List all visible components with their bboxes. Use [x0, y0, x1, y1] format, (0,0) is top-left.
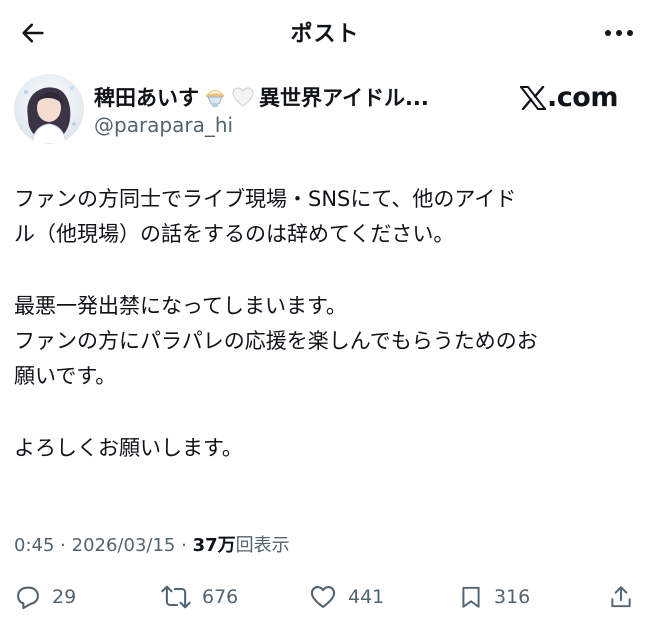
heart-icon — [310, 586, 336, 608]
display-name-text: 稗田あいす — [94, 86, 199, 110]
avatar[interactable] — [14, 74, 84, 144]
reply-button[interactable]: 29 — [14, 580, 76, 614]
meta-separator: · — [181, 535, 187, 556]
x-com-logo: .com — [520, 82, 618, 113]
share-button[interactable] — [608, 580, 634, 614]
post-date[interactable]: 2026/03/15 — [72, 535, 176, 556]
display-name-suffix: 異世界アイドル... — [259, 86, 429, 110]
user-handle[interactable]: @parapara_hi — [94, 113, 233, 137]
repost-button[interactable]: 676 — [160, 580, 238, 614]
tweet-line: ファンの方にパラパレの応援を楽しんでもらうためのお — [14, 329, 538, 353]
tweet-line: ル（他現場）の話をするのは辞めてください。 — [14, 222, 455, 246]
bookmark-icon — [462, 586, 480, 608]
tweet-line: 願いです。 — [14, 364, 117, 388]
display-name[interactable]: 稗田あいす 異世界アイドル... — [94, 82, 429, 112]
top-bar: ポスト — [0, 0, 650, 64]
like-button[interactable]: 441 — [308, 580, 384, 614]
like-count: 441 — [348, 586, 385, 608]
more-options-button[interactable] — [602, 18, 636, 48]
page-title: ポスト — [290, 22, 360, 47]
tweet-line: 最悪一発出禁になってしまいます。 — [14, 294, 347, 318]
tweet-text: ファンの方同士でライブ現場・SNSにて、他のアイド ル（他現場）の話をするのは辞… — [14, 182, 642, 466]
x-logo-icon — [520, 85, 547, 110]
more-horizontal-icon — [605, 30, 633, 36]
views-count[interactable]: 37万 — [193, 535, 236, 556]
author-block: 稗田あいす 異世界アイドル... @parapara_hi .com — [14, 72, 636, 148]
reply-icon — [17, 586, 39, 610]
x-com-label: .com — [547, 82, 618, 113]
action-bar: 29 676 441 316 — [14, 580, 636, 614]
white-heart-emoji — [232, 87, 254, 107]
meta-separator: · — [60, 535, 66, 556]
share-icon — [611, 586, 631, 608]
tweet-line: よろしくお願いします。 — [14, 436, 243, 460]
views-label: 回表示 — [235, 535, 290, 556]
bookmark-button[interactable]: 316 — [458, 580, 530, 614]
tweet-meta: 0:45 · 2026/03/15 · 37万回表示 — [14, 531, 290, 557]
post-time[interactable]: 0:45 — [14, 535, 54, 556]
tweet-line: ファンの方同士でライブ現場・SNSにて、他のアイド — [14, 187, 517, 211]
repost-icon — [161, 585, 191, 609]
bookmark-count: 316 — [494, 586, 531, 608]
repost-count: 676 — [202, 586, 239, 608]
reply-count: 29 — [52, 586, 77, 608]
shaved-ice-emoji — [205, 90, 225, 107]
